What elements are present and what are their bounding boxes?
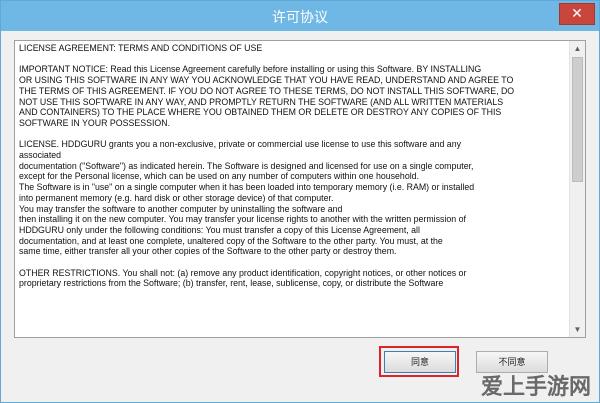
window-title: 许可协议 bbox=[272, 9, 328, 25]
license-paragraph: IMPORTANT NOTICE: Read this License Agre… bbox=[19, 64, 515, 128]
license-paragraph: OTHER RESTRICTIONS. You shall not: (a) r… bbox=[19, 267, 467, 289]
close-button[interactable]: ✕ bbox=[559, 3, 595, 25]
scroll-up-icon[interactable]: ▲ bbox=[570, 41, 585, 56]
agree-button[interactable]: 同意 bbox=[384, 351, 456, 373]
license-text: LICENSE AGREEMENT: TERMS AND CONDITIONS … bbox=[15, 41, 569, 337]
license-dialog: 许可协议 ✕ LICENSE AGREEMENT: TERMS AND COND… bbox=[0, 0, 600, 403]
license-text-area[interactable]: LICENSE AGREEMENT: TERMS AND CONDITIONS … bbox=[14, 40, 586, 338]
scroll-thumb[interactable] bbox=[572, 57, 583, 182]
license-paragraph: LICENSE. HDDGURU grants you a non-exclus… bbox=[19, 139, 475, 257]
scroll-down-icon[interactable]: ▼ bbox=[570, 322, 585, 337]
vertical-scrollbar[interactable]: ▲ ▼ bbox=[569, 41, 585, 337]
license-paragraph: LICENSE AGREEMENT: TERMS AND CONDITIONS … bbox=[19, 43, 263, 53]
site-watermark: 爱上手游网 bbox=[480, 375, 591, 400]
title-bar: 许可协议 ✕ bbox=[1, 1, 599, 31]
